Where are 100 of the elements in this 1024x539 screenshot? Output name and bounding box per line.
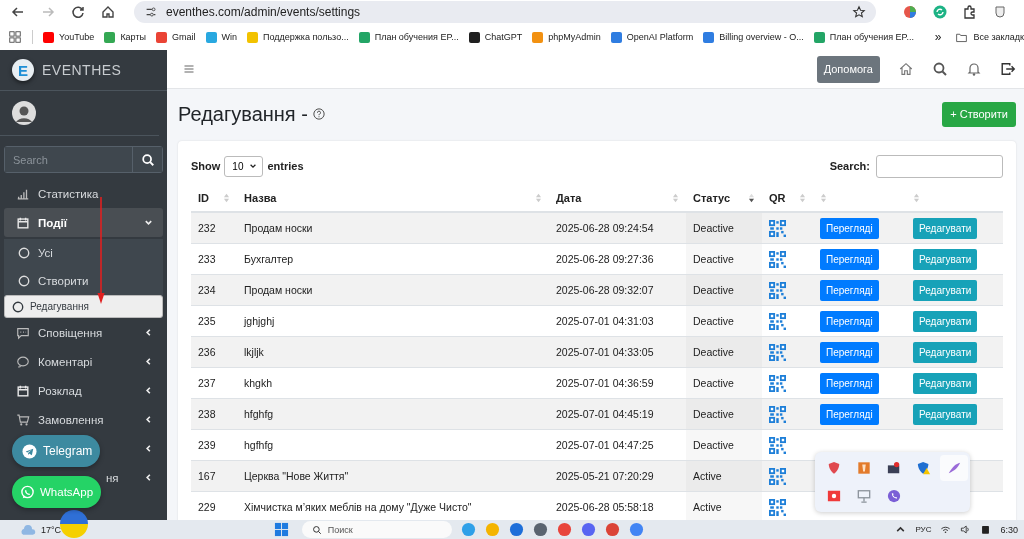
menu-icon[interactable] <box>183 63 195 75</box>
column-title: Назва <box>244 191 277 204</box>
column-title: Дата <box>556 191 582 204</box>
menu-item[interactable]: Події <box>4 208 163 237</box>
table-cell: hfghfg <box>237 398 549 430</box>
menu-item[interactable]: Розклад <box>4 376 163 405</box>
page-size-select[interactable]: 10 <box>224 155 264 177</box>
view-button[interactable]: Переглядi <box>820 248 879 270</box>
bookmark[interactable]: OpenAI Platform <box>610 31 694 43</box>
temperature-text: 17°C <box>41 524 62 535</box>
sync-icon[interactable] <box>932 4 948 20</box>
sort-icon <box>672 191 679 204</box>
extension-icon[interactable] <box>902 4 918 20</box>
star-icon[interactable] <box>852 5 866 19</box>
bookmark[interactable]: Карты <box>104 31 147 43</box>
taskbar-app-icon[interactable] <box>580 522 596 537</box>
qr-code-icon[interactable] <box>769 436 786 454</box>
taskbar-app-icon[interactable] <box>532 522 548 537</box>
table-cell: 2025-06-28 09:24:54 <box>549 212 686 244</box>
sort-icon <box>535 191 542 204</box>
logout-icon[interactable] <box>1000 61 1016 77</box>
feather-app-icon[interactable] <box>940 455 968 481</box>
more-bookmarks-button[interactable]: » <box>934 30 942 44</box>
taskbar-app-icon[interactable] <box>508 522 524 537</box>
puzzle-icon[interactable] <box>962 4 978 20</box>
bookmark[interactable]: Поддержка пользо... <box>247 31 349 43</box>
menu-item[interactable]: Статистика <box>4 179 163 208</box>
menu-label: ня <box>106 471 119 484</box>
bookmark[interactable]: План обучения EP... <box>358 31 459 43</box>
qr-code-icon[interactable] <box>769 250 786 268</box>
help-button[interactable]: Допомога <box>816 55 880 83</box>
calendar-icon <box>16 215 30 230</box>
search-icon[interactable] <box>932 61 948 77</box>
menu-item[interactable]: Сповіщення <box>4 318 163 347</box>
table-cell: 232 <box>191 212 237 244</box>
menu-label: Створити <box>38 275 89 287</box>
site-settings-icon[interactable] <box>144 5 158 19</box>
qr-code-icon[interactable] <box>769 467 786 485</box>
chevron-left-icon[interactable] <box>144 444 153 453</box>
menu-label: Усі <box>38 247 53 259</box>
table-search-field[interactable] <box>876 154 1003 178</box>
bookmark[interactable]: YouTube <box>43 31 95 43</box>
language-indicator[interactable]: РУС <box>915 525 932 534</box>
chevron-left-icon[interactable] <box>144 473 153 482</box>
bookmark[interactable]: Billing overview - O... <box>703 31 804 43</box>
view-button[interactable]: Переглядi <box>820 310 879 332</box>
taskbar-app-icon[interactable] <box>460 522 476 537</box>
view-button[interactable]: Переглядi <box>820 341 879 363</box>
wifi-icon[interactable] <box>940 524 952 535</box>
home-icon[interactable] <box>898 61 914 77</box>
bookmark[interactable]: phpMyAdmin <box>532 31 601 43</box>
bookmark[interactable]: Win <box>205 31 238 43</box>
view-button[interactable]: Переглядi <box>820 217 879 239</box>
bookmarks-folder[interactable]: Все закладк <box>955 30 1024 44</box>
qr-code-icon[interactable] <box>769 374 786 392</box>
qr-code-icon[interactable] <box>769 219 786 237</box>
menu-item[interactable]: Коментарі <box>4 347 163 376</box>
qr-code-icon[interactable] <box>769 343 786 361</box>
qr-code-icon[interactable] <box>769 312 786 330</box>
address-bar[interactable]: eventhes.com/admin/events/settings <box>134 1 876 23</box>
submenu-item[interactable]: Створити <box>4 267 163 295</box>
windows-start-icon[interactable] <box>273 522 289 537</box>
table-cell: Active <box>686 491 762 520</box>
taskbar-app-icon[interactable] <box>556 522 572 537</box>
bell-icon[interactable] <box>966 61 982 77</box>
qr-code-icon[interactable] <box>769 281 786 299</box>
apps-grid-icon[interactable] <box>8 30 22 44</box>
bookmark[interactable]: Gmail <box>156 31 196 43</box>
view-button[interactable]: Переглядi <box>820 279 879 301</box>
menu-label: Розклад <box>38 384 82 397</box>
table-cell: 2025-07-01 04:33:05 <box>549 336 686 368</box>
bookmark[interactable]: План обучения EP... <box>813 31 914 43</box>
flag-icon <box>60 510 88 538</box>
battery-icon[interactable] <box>980 524 992 535</box>
table-cell: Deactive <box>686 243 762 275</box>
sort-icon <box>223 191 230 204</box>
volume-icon[interactable] <box>960 524 972 535</box>
table-cell: Deactive <box>686 212 762 244</box>
sort-icon <box>913 191 920 204</box>
submenu-item[interactable]: Редагування <box>4 295 163 318</box>
view-button[interactable]: Переглядi <box>820 372 879 394</box>
view-button[interactable]: Переглядi <box>820 403 879 425</box>
search-icon <box>311 524 322 535</box>
home-icon[interactable] <box>100 4 116 20</box>
bookmark[interactable]: ChatGPT <box>468 31 523 43</box>
circle-icon <box>18 275 30 287</box>
taskbar-app-icon[interactable] <box>628 522 644 537</box>
search-label: Search: <box>829 160 870 172</box>
telegram-button[interactable]: Telegram <box>12 435 100 467</box>
sort-icon <box>799 191 806 204</box>
taskbar-app-icon[interactable] <box>604 522 620 537</box>
submenu-item[interactable]: Усі <box>4 239 163 267</box>
taskbar-search-field[interactable]: Поиск <box>301 521 452 538</box>
avatar <box>12 101 36 125</box>
reload-icon[interactable] <box>70 4 86 20</box>
menu-item[interactable]: Замовлення <box>4 405 163 434</box>
table-cell: Deactive <box>686 398 762 430</box>
qr-code-icon[interactable] <box>769 405 786 423</box>
help-icon[interactable] <box>312 108 325 120</box>
qr-code-icon[interactable] <box>769 498 786 516</box>
